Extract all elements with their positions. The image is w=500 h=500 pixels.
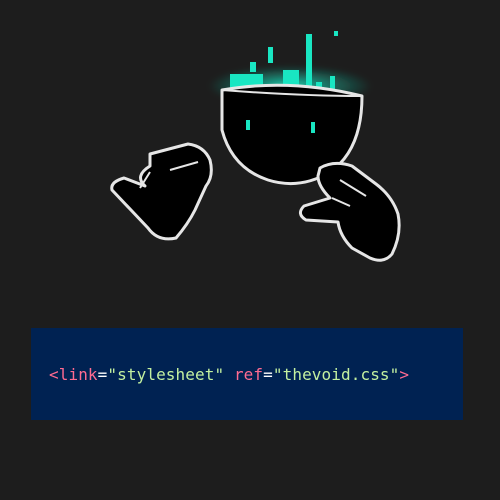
code-tag-name: link [58, 364, 98, 384]
code-open-bracket: < [49, 364, 59, 384]
code-equals-1: = [97, 364, 108, 384]
code-panel: <link="stylesheet" ref="thevoid.css"> [31, 328, 463, 420]
page-canvas: <link="stylesheet" ref="thevoid.css"> [0, 0, 500, 500]
code-value-1: "stylesheet" [107, 364, 225, 384]
code-equals-2: = [263, 364, 273, 384]
left-hand-icon [110, 142, 213, 241]
void-bowl-illustration [110, 31, 401, 262]
code-close-bracket: > [399, 364, 410, 384]
code-attr: ref [233, 364, 264, 384]
code-value-2: "thevoid.css" [272, 364, 400, 384]
code-snippet: <link="stylesheet" ref="thevoid.css"> [49, 365, 409, 384]
